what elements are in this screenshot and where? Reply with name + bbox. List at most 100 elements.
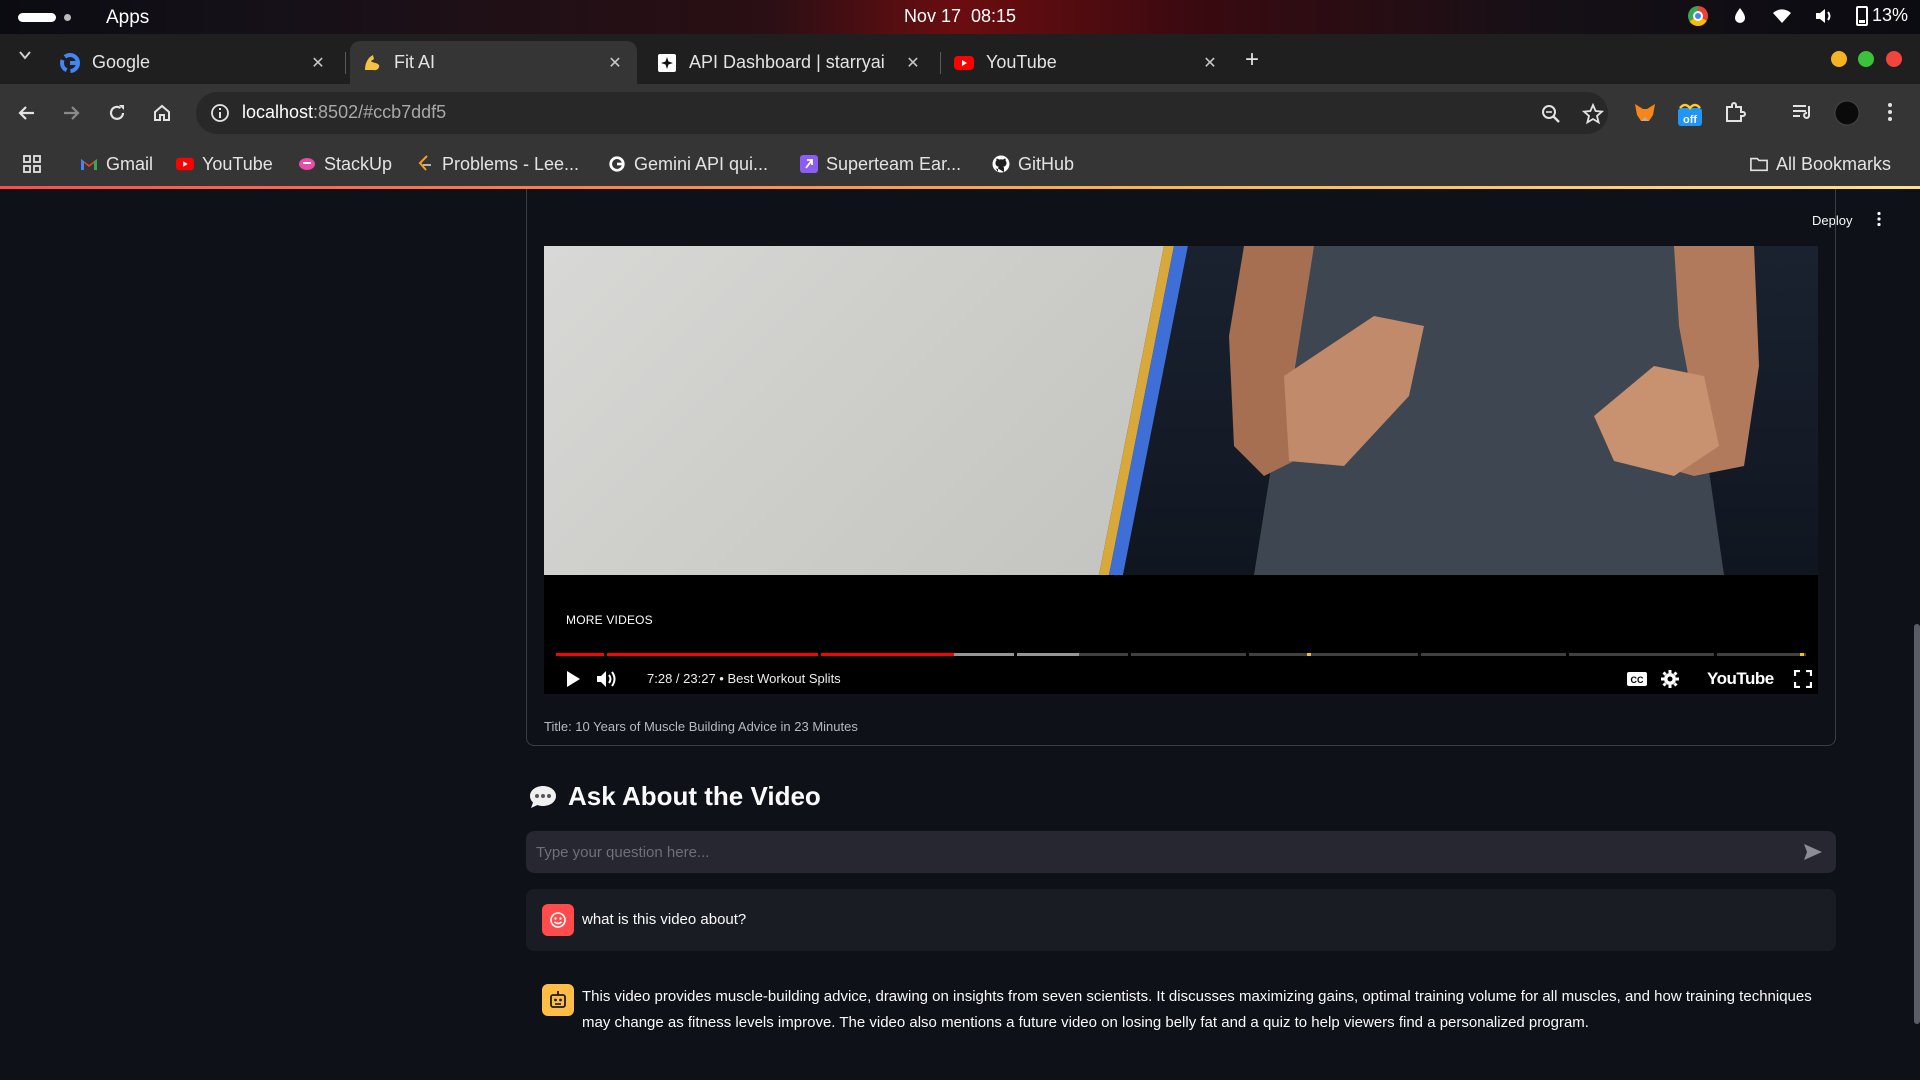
tab-divider: [940, 52, 941, 74]
extensions-puzzle-icon[interactable]: [1723, 100, 1749, 126]
video-controls: 7:28 / 23:27 • Best Workout Splits CC Yo…: [544, 664, 1818, 694]
tab-search-dropdown[interactable]: [14, 48, 36, 70]
bookmark-label: GitHub: [1018, 153, 1075, 174]
chat-message-user: what is this video about?: [526, 889, 1836, 951]
section-heading-text: Ask About the Video: [568, 781, 821, 811]
video-played-fill: [556, 653, 955, 656]
minimize-window-button[interactable]: [1831, 51, 1847, 67]
all-bookmarks-button[interactable]: All Bookmarks: [1750, 151, 1891, 177]
tab-youtube[interactable]: YouTube ✕: [942, 41, 1232, 84]
close-icon[interactable]: ✕: [903, 53, 923, 73]
settings-gear-icon[interactable]: [1658, 668, 1682, 690]
os-status-area[interactable]: 13%: [1687, 5, 1908, 26]
gmail-icon: [80, 155, 98, 173]
youtube-logo[interactable]: YouTube: [1707, 669, 1774, 689]
browser-menu-kebab-icon[interactable]: [1880, 100, 1906, 126]
google-icon: [608, 155, 626, 173]
folder-icon: [1750, 155, 1768, 173]
bookmark-gemini-api[interactable]: Gemini API qui...: [608, 151, 768, 177]
assistant-message-text: This video provides muscle-building advi…: [582, 988, 1812, 1031]
home-icon[interactable]: [149, 100, 175, 126]
url-text: localhost:8502/#ccb7ddf5: [242, 102, 446, 123]
user-message-text: what is this video about?: [582, 911, 747, 928]
notification-icon[interactable]: [1730, 6, 1750, 26]
bookmark-label: Problems - Lee...: [442, 153, 580, 174]
forward-arrow-icon[interactable]: [58, 100, 84, 126]
chapter-divider: [1246, 653, 1249, 656]
superteam-icon: [800, 155, 818, 173]
battery-icon: [1855, 5, 1868, 26]
media-queue-icon[interactable]: [1790, 100, 1816, 126]
youtube-embed-player[interactable]: MORE VIDEOS 7:28 / 23:27 • Best Workout …: [544, 246, 1818, 694]
site-info-icon[interactable]: [210, 103, 230, 123]
page-scrollbar[interactable]: [1914, 624, 1920, 1024]
tab-label: Google: [92, 52, 151, 72]
os-top-bar: Apps Nov 17 08:15 13%: [0, 0, 1920, 34]
user-avatar-icon: [542, 904, 574, 936]
bookmark-superteam[interactable]: Superteam Ear...: [800, 151, 961, 177]
tab-label: Fit AI: [394, 52, 436, 72]
tab-google[interactable]: Google ✕: [48, 41, 340, 84]
metamask-extension-icon[interactable]: [1632, 100, 1658, 126]
volume-icon[interactable]: [595, 668, 619, 690]
os-time: 08:15: [971, 6, 1017, 26]
bookmark-stackup[interactable]: StackUp: [298, 151, 392, 177]
chat-question-input[interactable]: [536, 831, 1776, 873]
send-icon[interactable]: [1802, 841, 1824, 863]
tab-starryai[interactable]: API Dashboard | starryai ✕: [645, 41, 935, 84]
close-window-button[interactable]: [1886, 51, 1902, 67]
stackup-icon: [298, 155, 316, 173]
maximize-window-button[interactable]: [1858, 51, 1874, 67]
svg-text:CC: CC: [1631, 675, 1644, 685]
chat-input-box: [526, 831, 1836, 873]
reload-icon[interactable]: [104, 100, 130, 126]
browser-tab-strip: Google ✕ Fit AI ✕ API Dashboard | starry…: [0, 34, 1920, 84]
back-arrow-icon[interactable]: [14, 100, 40, 126]
section-heading: Ask About the Video: [528, 781, 821, 812]
bookmark-label: YouTube: [202, 153, 273, 174]
close-icon[interactable]: ✕: [308, 53, 328, 73]
github-icon: [992, 155, 1010, 173]
video-progress-bar[interactable]: [556, 653, 1806, 656]
new-tab-plus-icon[interactable]: +: [1245, 46, 1259, 74]
bookmark-star-icon[interactable]: [1581, 102, 1605, 125]
bookmark-label: Gmail: [106, 153, 154, 174]
video-chapter-title[interactable]: Best Workout Splits: [727, 671, 840, 686]
chapter-divider: [818, 653, 821, 656]
video-title-caption: Title: 10 Years of Muscle Building Advic…: [544, 719, 858, 734]
zoom-magnifier-icon[interactable]: [1540, 103, 1562, 125]
bookmark-gmail[interactable]: Gmail: [80, 151, 153, 177]
chapter-divider: [1566, 653, 1569, 656]
svg-text:off: off: [1683, 114, 1697, 126]
tab-fit-ai[interactable]: Fit AI ✕: [350, 41, 637, 84]
volume-icon[interactable]: [1814, 6, 1834, 26]
wifi-icon[interactable]: [1772, 6, 1792, 26]
chapter-divider: [1714, 653, 1717, 656]
starryai-icon: [657, 53, 677, 73]
address-bar[interactable]: localhost:8502/#ccb7ddf5: [196, 92, 1608, 134]
bookmark-github[interactable]: GitHub: [992, 151, 1074, 177]
profile-avatar[interactable]: [1834, 100, 1860, 126]
os-date: Nov 17: [903, 6, 961, 26]
apps-grid-icon[interactable]: [22, 151, 42, 177]
app-menu-kebab-icon[interactable]: [1876, 211, 1882, 232]
os-clock[interactable]: Nov 17 08:15: [0, 6, 1920, 27]
chapter-divider: [1128, 653, 1131, 656]
close-icon[interactable]: ✕: [605, 53, 625, 73]
youtube-icon: [954, 53, 974, 73]
close-icon[interactable]: ✕: [1200, 53, 1220, 73]
flexed-biceps-icon: [362, 53, 382, 73]
url-path: :8502/#ccb7ddf5: [313, 102, 447, 122]
bookmark-leetcode[interactable]: Problems - Lee...: [416, 151, 579, 177]
bookmark-youtube[interactable]: YouTube: [176, 151, 273, 177]
captions-icon[interactable]: CC: [1625, 668, 1649, 690]
battery-percent: 13%: [1871, 5, 1908, 25]
chrome-tray-icon[interactable]: [1687, 5, 1708, 26]
more-videos-label[interactable]: MORE VIDEOS: [566, 613, 653, 627]
bookmark-label: StackUp: [324, 153, 393, 174]
play-icon[interactable]: [561, 668, 585, 690]
fullscreen-icon[interactable]: [1791, 668, 1815, 690]
tab-divider: [345, 52, 346, 74]
battery-status[interactable]: 13%: [1855, 5, 1908, 26]
off-extension-icon[interactable]: off: [1676, 100, 1702, 126]
